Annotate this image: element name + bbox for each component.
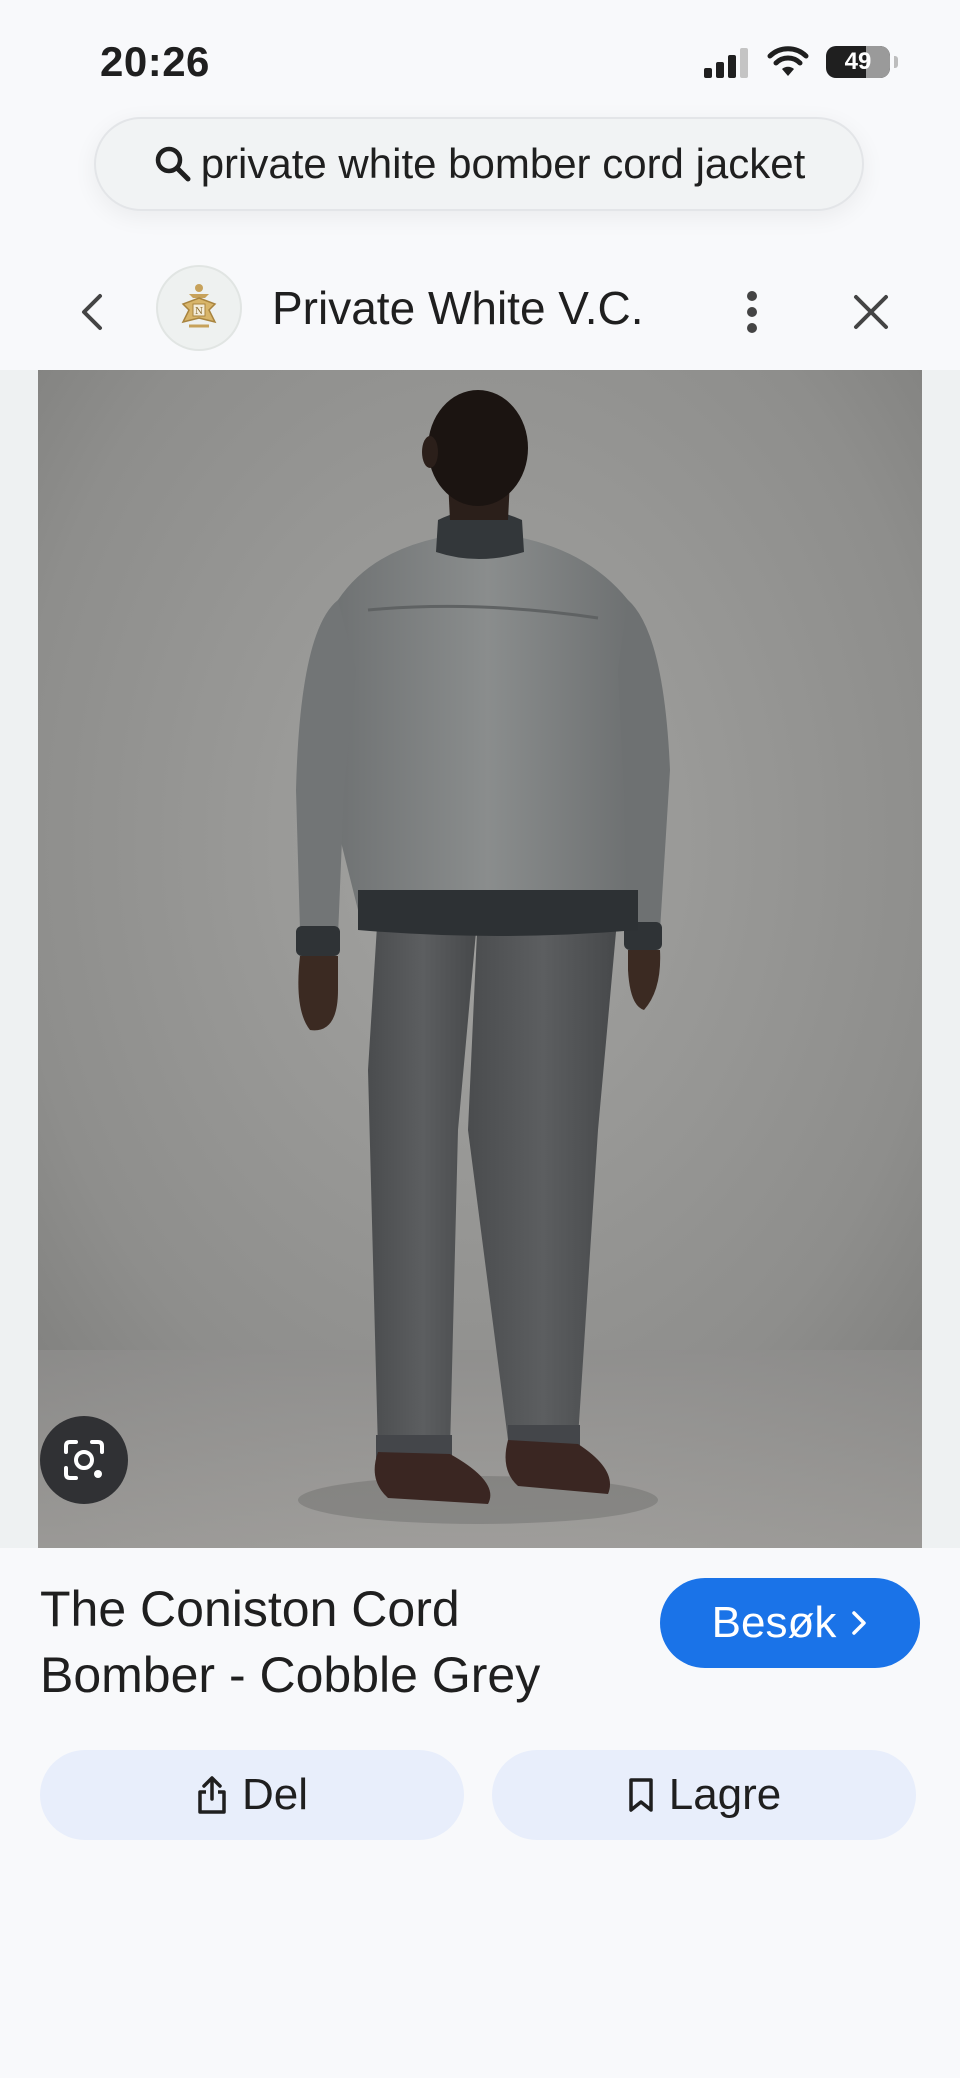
crest-logo-icon: N <box>181 284 217 328</box>
svg-text:N: N <box>195 307 203 317</box>
visit-button[interactable]: Besøk <box>660 1578 920 1668</box>
image-viewer <box>0 370 960 1548</box>
battery-icon: 49 <box>826 46 890 78</box>
battery-level: 49 <box>844 48 872 75</box>
more-options-button[interactable] <box>730 279 774 345</box>
search-bar[interactable]: private white bomber cord jacket <box>94 117 864 211</box>
wifi-icon <box>767 46 809 76</box>
google-lens-button[interactable] <box>40 1416 128 1504</box>
status-icons: 49 <box>704 46 898 78</box>
close-icon <box>854 295 888 329</box>
bookmark-icon <box>628 1778 653 1812</box>
search-query: private white bomber cord jacket <box>200 140 806 187</box>
visit-label: Besøk <box>711 1598 837 1647</box>
share-label: Del <box>241 1770 309 1819</box>
share-icon <box>198 1776 226 1814</box>
lens-icon <box>64 1440 104 1480</box>
share-button[interactable]: Del <box>40 1750 464 1840</box>
more-vertical-icon <box>747 291 757 333</box>
site-name[interactable]: Private White V.C. <box>272 281 644 335</box>
result-header: N Private White V.C. <box>0 255 960 370</box>
save-label: Lagre <box>668 1770 782 1819</box>
battery-tip <box>894 56 898 68</box>
back-button[interactable] <box>64 279 120 345</box>
save-button[interactable]: Lagre <box>492 1750 916 1840</box>
status-time: 20:26 <box>100 38 210 85</box>
chevron-left-icon <box>82 294 102 330</box>
product-title[interactable]: The Coniston Cord Bomber - Cobble Grey <box>40 1576 640 1708</box>
product-image[interactable] <box>38 370 922 1548</box>
chevron-right-icon <box>852 1611 867 1635</box>
cellular-signal-icon <box>704 48 748 78</box>
search-icon <box>155 146 191 182</box>
close-button[interactable] <box>846 279 896 345</box>
site-logo[interactable]: N <box>156 265 242 351</box>
status-bar: 20:26 49 <box>0 0 960 115</box>
